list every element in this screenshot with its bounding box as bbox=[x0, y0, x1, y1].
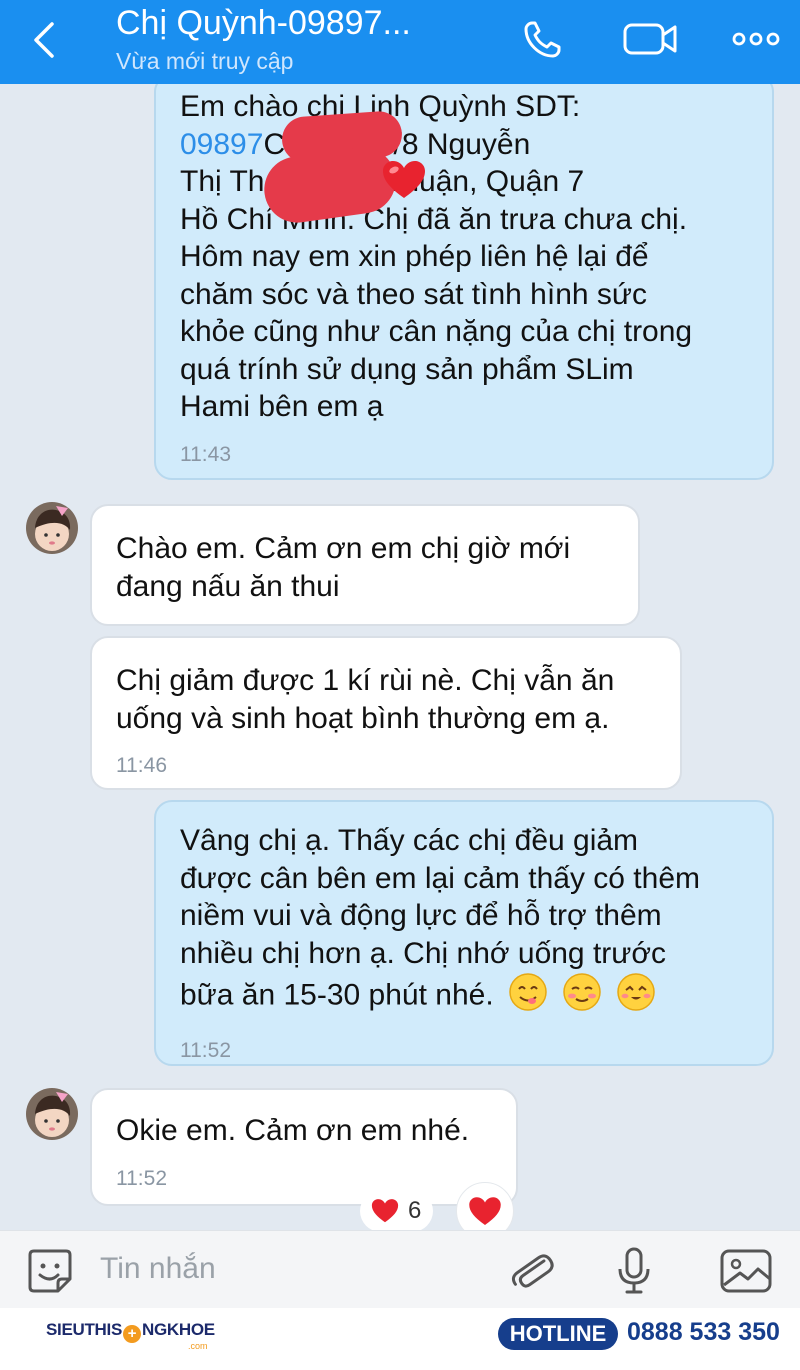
avatar-image-icon bbox=[26, 1088, 78, 1140]
message-text: Chị giảm được 1 kí rùi nè. Chị vẫn ăn uố… bbox=[116, 664, 615, 735]
yum-emoji-icon bbox=[508, 972, 548, 1022]
reaction-count: 6 bbox=[408, 1197, 422, 1224]
blush-emoji-icon bbox=[562, 972, 602, 1022]
more-dots-icon bbox=[732, 32, 780, 46]
message-time: 11:52 bbox=[116, 1166, 167, 1190]
contact-status: Vừa mới truy cập bbox=[116, 48, 294, 74]
message-bubble-outgoing[interactable]: Em chào chị Linh Quỳnh SDT: 09897C: 176/… bbox=[154, 84, 774, 480]
message-bubble-incoming[interactable]: Chào em. Cảm ơn em chị giờ mới đang nấu … bbox=[90, 504, 640, 626]
sticker-face-icon bbox=[28, 1249, 72, 1293]
message-input[interactable] bbox=[100, 1247, 460, 1291]
heart-sticker-icon bbox=[380, 158, 428, 207]
sticker-button[interactable] bbox=[24, 1245, 76, 1297]
message-text: Em chào chị Linh Quỳnh SDT: 09897C: 176/… bbox=[180, 90, 693, 423]
message-composer bbox=[0, 1230, 800, 1308]
message-text: Chào em. Cảm ơn em chị giờ mới đang nấu … bbox=[116, 532, 571, 603]
hotline-badge: HOTLINE bbox=[498, 1318, 618, 1350]
heart-icon bbox=[371, 1199, 399, 1223]
message-time: 11:46 bbox=[116, 754, 167, 777]
message-bubble-incoming[interactable]: Okie em. Cảm ơn em nhé. 11:52 bbox=[90, 1088, 518, 1206]
brand-plus-icon: + bbox=[123, 1325, 142, 1343]
chat-header: Chị Quỳnh-09897... Vừa mới truy cập bbox=[0, 0, 800, 84]
send-image-button[interactable] bbox=[718, 1245, 774, 1297]
voice-message-button[interactable] bbox=[608, 1245, 660, 1297]
chevron-left-icon bbox=[34, 22, 54, 58]
phone-link[interactable]: 09897 bbox=[180, 128, 263, 161]
message-bubble-outgoing[interactable]: Vâng chị ạ. Thấy các chị đều giảm được c… bbox=[154, 800, 774, 1066]
call-button[interactable] bbox=[518, 14, 568, 64]
image-icon bbox=[720, 1249, 772, 1293]
more-options-button[interactable] bbox=[730, 14, 780, 64]
avatar-image-icon bbox=[26, 502, 78, 554]
message-bubble-incoming[interactable]: Chị giảm được 1 kí rùi nè. Chị vẫn ăn uố… bbox=[90, 636, 682, 790]
reaction-summary[interactable]: 6 bbox=[360, 1190, 434, 1230]
contact-name[interactable]: Chị Quỳnh-09897... bbox=[116, 4, 411, 43]
video-call-button[interactable] bbox=[622, 14, 677, 64]
phone-icon bbox=[524, 21, 561, 58]
heart-icon bbox=[469, 1196, 501, 1225]
attach-button[interactable] bbox=[506, 1245, 558, 1297]
message-text: Okie em. Cảm ơn em nhé. bbox=[116, 1114, 470, 1147]
brand-footer: SIEUTHIS + NGKHOE .com HOTLINE 0888 533 35… bbox=[0, 1308, 800, 1370]
microphone-icon bbox=[618, 1247, 650, 1294]
back-button[interactable] bbox=[26, 18, 66, 62]
contact-avatar[interactable] bbox=[26, 1088, 78, 1140]
happy-emoji-icon bbox=[616, 972, 656, 1022]
message-text: Vâng chị ạ. Thấy các chị đều giảm được c… bbox=[180, 822, 748, 1022]
message-list[interactable]: Em chào chị Linh Quỳnh SDT: 09897C: 176/… bbox=[0, 84, 800, 1230]
hotline-number[interactable]: 0888 533 350 bbox=[627, 1318, 780, 1347]
video-camera-icon bbox=[623, 23, 677, 55]
brand-domain: .com bbox=[188, 1341, 208, 1351]
message-time: 11:43 bbox=[180, 442, 231, 466]
paperclip-icon bbox=[511, 1254, 554, 1288]
contact-avatar[interactable] bbox=[26, 502, 78, 554]
brand-logo: SIEUTHIS + NGKHOE bbox=[46, 1320, 215, 1343]
message-time: 11:52 bbox=[180, 1038, 231, 1062]
